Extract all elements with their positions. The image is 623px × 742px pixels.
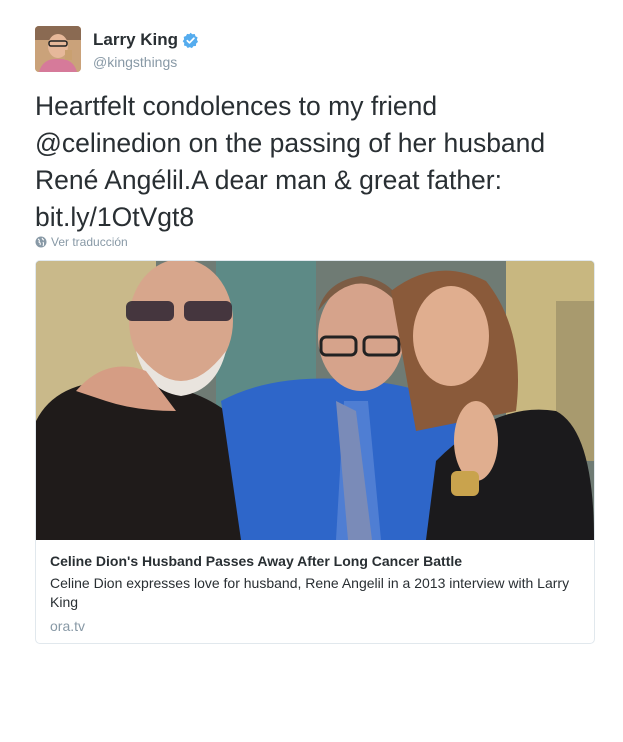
avatar[interactable] <box>35 26 81 72</box>
translate-link[interactable]: Ver traducción <box>35 235 128 249</box>
verified-badge-icon <box>182 32 199 49</box>
link-card[interactable]: Celine Dion's Husband Passes Away After … <box>35 260 595 644</box>
card-title[interactable]: Celine Dion's Husband Passes Away After … <box>50 552 580 570</box>
translate-label[interactable]: Ver traducción <box>51 235 128 249</box>
card-domain[interactable]: ora.tv <box>50 618 580 634</box>
card-photo[interactable] <box>36 261 594 540</box>
tweet-text: Heartfelt condolences to my friend @celi… <box>35 91 546 232</box>
display-name[interactable]: Larry King <box>93 30 178 50</box>
tweet-header: Larry King @kingsthings <box>35 26 199 74</box>
globe-icon <box>35 236 47 248</box>
user-handle[interactable]: @kingsthings <box>93 54 199 70</box>
card-description: Celine Dion expresses love for husband, … <box>50 575 570 610</box>
